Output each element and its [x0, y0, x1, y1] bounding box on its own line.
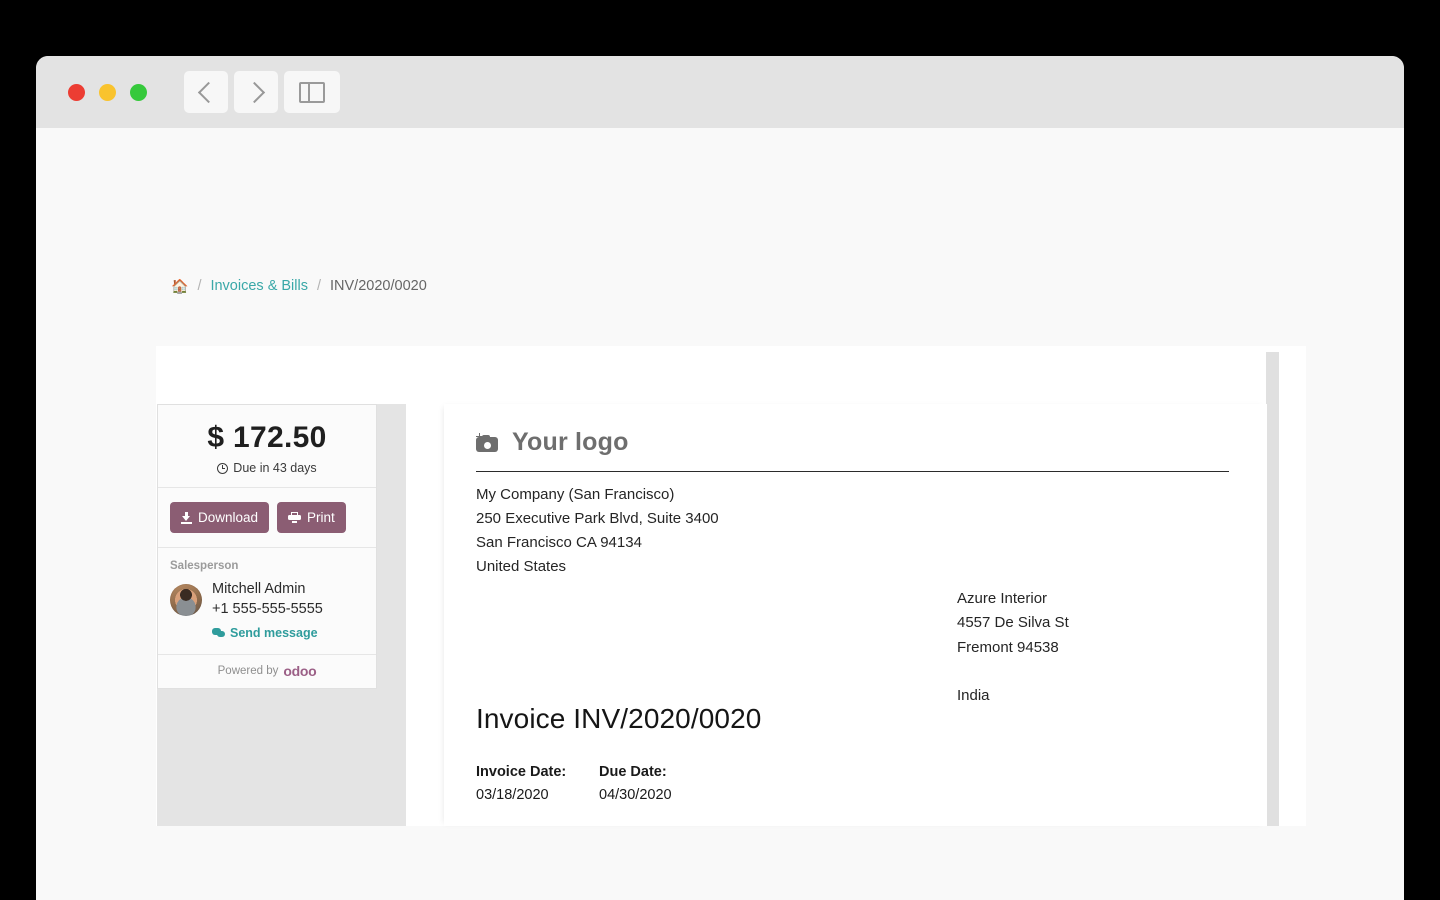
due-status: Due in 43 days	[168, 461, 366, 475]
print-label: Print	[307, 510, 335, 525]
powered-by-text: Powered by	[217, 665, 279, 678]
browser-toolbar	[36, 56, 1404, 174]
logo-placeholder-text: Your logo	[512, 428, 629, 456]
sidebar-icon	[299, 81, 325, 103]
company-city: San Francisco CA 94134	[476, 534, 642, 551]
salesperson-name: Mitchell Admin	[212, 581, 306, 597]
invoice-date-label: Invoice Date:	[476, 764, 567, 780]
company-name: My Company (San Francisco)	[476, 486, 675, 503]
download-icon	[181, 511, 192, 524]
invoice-dates: Invoice Date: 03/18/2020 Due Date: 04/30…	[476, 764, 1229, 803]
odoo-logo[interactable]: odoo	[283, 663, 316, 679]
invoice-title: Invoice INV/2020/0020	[476, 703, 762, 734]
company-street: 250 Executive Park Blvd, Suite 3400	[476, 510, 719, 527]
powered-by-footer: Powered by odoo	[158, 655, 376, 688]
send-message-label: Send message	[230, 626, 318, 641]
content-right-edge	[1266, 352, 1279, 826]
send-message-link[interactable]: Send message	[212, 626, 364, 640]
print-icon	[288, 511, 302, 524]
customer-city: Fremont 94538	[957, 638, 1059, 656]
breadcrumb-separator: /	[316, 278, 322, 294]
due-text: Due in 43 days	[233, 461, 317, 475]
invoice-layout: $ 172.50 Due in 43 days Download Print S…	[157, 404, 1267, 826]
customer-name: Azure Interior	[957, 590, 1048, 607]
chevron-left-icon	[197, 81, 219, 103]
customer-address: Azure Interior 4557 De Silva St Fremont …	[957, 587, 1069, 708]
company-address: My Company (San Francisco) 250 Executive…	[476, 483, 1229, 579]
page-viewport: 🏠 / Invoices & Bills / INV/2020/0020 $ 1…	[36, 128, 1404, 900]
customer-address-spacer	[957, 660, 1069, 684]
print-button[interactable]: Print	[277, 502, 346, 533]
toggle-sidebar-button[interactable]	[284, 71, 340, 113]
salesperson-label: Salesperson	[170, 560, 239, 572]
navigation-buttons	[184, 71, 340, 113]
back-button[interactable]	[184, 71, 228, 113]
clock-icon	[217, 462, 229, 474]
forward-button[interactable]	[234, 71, 278, 113]
due-date-value: 04/30/2020	[599, 787, 672, 803]
close-window-button[interactable]	[68, 83, 85, 101]
customer-street: 4557 De Silva St	[957, 614, 1069, 632]
browser-window: 🏠 / Invoices & Bills / INV/2020/0020 $ 1…	[36, 56, 1404, 900]
invoice-amount: $ 172.50	[207, 421, 327, 454]
salesperson-row: Mitchell Admin +1 555-555-5555	[170, 580, 364, 619]
invoice-sidebar: $ 172.50 Due in 43 days Download Print S…	[157, 404, 406, 826]
download-button[interactable]: Download	[170, 502, 270, 533]
avatar	[170, 583, 202, 616]
chat-bubble-icon	[212, 628, 225, 638]
breadcrumb-separator: /	[197, 278, 202, 294]
chevron-right-icon	[243, 81, 265, 103]
maximize-window-button[interactable]	[130, 83, 147, 101]
breadcrumb-current: INV/2020/0020	[330, 278, 427, 294]
home-icon[interactable]: 🏠	[171, 279, 188, 293]
amount-section: $ 172.50 Due in 43 days	[158, 405, 376, 488]
invoice-date-value: 03/18/2020	[476, 787, 549, 803]
due-date-label: Due Date:	[599, 764, 667, 780]
action-buttons: Download Print	[158, 488, 376, 548]
logo-placeholder-row[interactable]: Your logo	[476, 428, 1229, 472]
add-photo-icon	[476, 433, 500, 452]
salesperson-details: Mitchell Admin +1 555-555-5555	[212, 580, 323, 619]
download-label: Download	[198, 510, 259, 525]
breadcrumb: 🏠 / Invoices & Bills / INV/2020/0020	[171, 278, 427, 294]
customer-country: India	[957, 686, 990, 704]
window-controls	[68, 83, 147, 101]
invoice-document: Your logo My Company (San Francisco) 250…	[444, 404, 1267, 826]
salesperson-section: Salesperson Mitchell Admin +1 555-555-55…	[158, 548, 376, 656]
company-country: United States	[476, 558, 567, 575]
invoice-date-column: Invoice Date: 03/18/2020	[476, 764, 599, 803]
salesperson-phone: +1 555-555-5555	[212, 600, 323, 617]
invoice-summary-card: $ 172.50 Due in 43 days Download Print S…	[157, 404, 377, 690]
minimize-window-button[interactable]	[99, 83, 116, 101]
breadcrumb-link-invoices[interactable]: Invoices & Bills	[210, 278, 308, 294]
due-date-column: Due Date: 04/30/2020	[599, 764, 722, 803]
